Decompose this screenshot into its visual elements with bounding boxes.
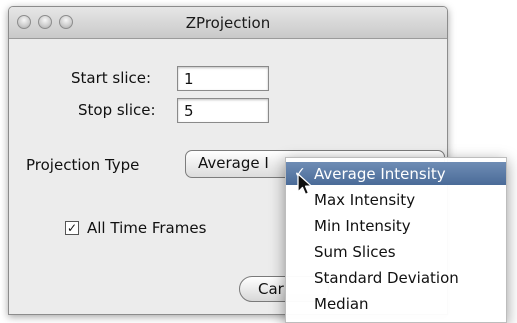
menu-item-median[interactable]: Median: [286, 292, 506, 315]
menu-item-label: Standard Deviation: [314, 269, 459, 287]
menu-item-sum-slices[interactable]: Sum Slices: [286, 240, 506, 263]
all-time-frames-label: All Time Frames: [87, 219, 207, 237]
menu-item-min-intensity[interactable]: Min Intensity: [286, 214, 506, 237]
menu-item-label: Sum Slices: [314, 243, 396, 261]
menu-item-average-intensity[interactable]: ✓ Average Intensity: [286, 162, 506, 185]
projection-type-dropdown-menu: ✓ Average Intensity Max Intensity Min In…: [285, 157, 507, 323]
all-time-frames-checkbox[interactable]: ✓: [65, 221, 79, 235]
menu-item-standard-deviation[interactable]: Standard Deviation: [286, 266, 506, 289]
menu-item-label: Min Intensity: [314, 217, 411, 235]
start-slice-input[interactable]: 1: [177, 66, 269, 91]
menu-item-label: Average Intensity: [314, 165, 446, 183]
title-bar[interactable]: ZProjection: [9, 7, 447, 39]
menu-item-max-intensity[interactable]: Max Intensity: [286, 188, 506, 211]
menu-item-label: Median: [314, 295, 369, 313]
window-title: ZProjection: [185, 14, 271, 32]
mouse-pointer-icon: [297, 173, 313, 196]
stop-slice-label: Stop slice:: [78, 101, 156, 119]
menu-item-label: Max Intensity: [314, 191, 416, 209]
start-slice-label: Start slice:: [71, 69, 152, 87]
projection-type-label: Projection Type: [26, 156, 140, 174]
stop-slice-input[interactable]: 5: [177, 98, 269, 123]
